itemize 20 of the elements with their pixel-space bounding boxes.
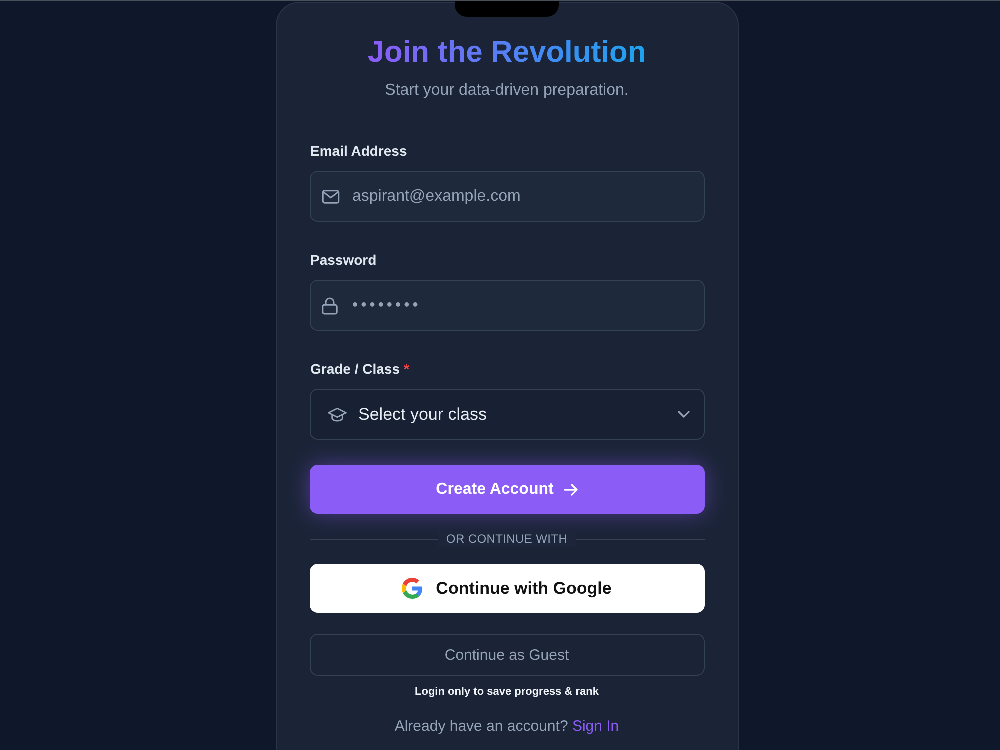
page-subtitle: Start your data-driven preparation.: [385, 81, 629, 101]
graduation-cap-icon: [328, 406, 346, 422]
field-label: Grade / Class: [310, 360, 400, 379]
guest-button[interactable]: Continue as Guest: [310, 634, 704, 676]
password-field[interactable]: ••••••••: [310, 280, 704, 331]
field-label: Email Address: [310, 142, 408, 161]
chevron-down-icon: [678, 411, 690, 418]
required-mark: *: [404, 362, 410, 376]
envelope-icon: [322, 190, 340, 204]
google-logo-icon: [402, 578, 424, 599]
sign-in-link[interactable]: Sign In: [572, 718, 620, 735]
field-label: Password: [310, 251, 377, 270]
sign-in-prompt: Already have an account? Sign In: [394, 717, 620, 737]
arrow-right-icon: [564, 484, 578, 496]
google-button[interactable]: Continue with Google: [310, 564, 704, 613]
class-select[interactable]: Select your class: [310, 389, 704, 440]
email-field[interactable]: aspirant@example.com: [310, 171, 704, 222]
login-note: Login only to save progress & rank: [415, 685, 599, 699]
lock-icon: [322, 296, 338, 314]
create-account-button[interactable]: Create Account: [310, 465, 704, 514]
